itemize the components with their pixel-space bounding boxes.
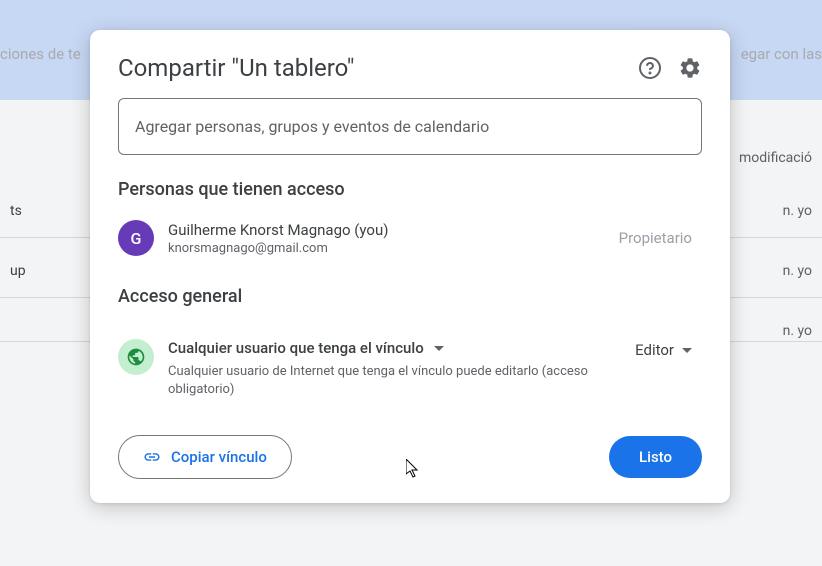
person-role: Propietario [619,229,692,247]
general-access-row: Cualquier usuario que tenga el vínculo C… [90,321,730,399]
avatar: G [118,220,154,256]
access-scope-dropdown[interactable]: Cualquier usuario que tenga el vínculo [168,339,621,357]
copy-link-label: Copiar vínculo [171,448,267,466]
help-icon[interactable] [638,56,662,80]
done-button[interactable]: Listo [609,436,702,478]
dialog-title: Compartir "Un tablero" [118,54,354,82]
person-info: Guilherme Knorst Magnago (you) knorsmagn… [168,221,619,256]
chevron-down-icon [682,348,692,353]
share-dialog: Compartir "Un tablero" Personas que tien… [90,30,730,503]
person-name: Guilherme Knorst Magnago (you) [168,221,619,239]
link-icon [143,448,161,466]
dialog-footer: Copiar vínculo Listo [90,399,730,479]
input-container [90,98,730,155]
add-people-input[interactable] [118,98,702,155]
access-scope-label: Cualquier usuario que tenga el vínculo [168,339,424,357]
copy-link-button[interactable]: Copiar vínculo [118,435,292,479]
people-section-title: Personas que tienen acceso [90,179,730,214]
person-row: G Guilherme Knorst Magnago (you) knorsma… [90,214,730,276]
access-details: Cualquier usuario que tenga el vínculo C… [168,339,621,399]
person-email: knorsmagnago@gmail.com [168,241,619,256]
permission-label: Editor [635,341,674,359]
header-icons [638,56,702,80]
gear-icon[interactable] [678,56,702,80]
access-description: Cualquier usuario de Internet que tenga … [168,363,621,399]
permission-dropdown[interactable]: Editor [635,341,692,359]
globe-icon [118,339,154,375]
dialog-header: Compartir "Un tablero" [90,54,730,98]
general-access-title: Acceso general [90,276,730,321]
chevron-down-icon [434,346,444,351]
